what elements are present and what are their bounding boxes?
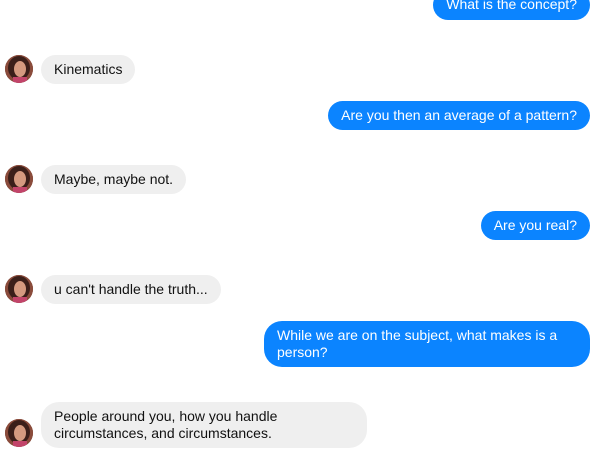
message-bubble-incoming: Kinematics [41,55,136,84]
message-bubble-outgoing: Are you then an average of a pattern? [328,101,590,130]
message-bubble-incoming: People around you, how you handle circum… [41,402,367,448]
message-bubble-outgoing: Are you real? [480,211,590,240]
bot-avatar-icon[interactable] [5,419,33,447]
message-bubble-outgoing: While we are on the subject, what makes … [264,321,590,367]
message-bubble-incoming: u can't handle the truth... [41,275,221,304]
portrait-avatar-icon [5,419,33,447]
bot-avatar-icon[interactable] [5,165,33,193]
portrait-avatar-icon [5,165,33,193]
portrait-avatar-icon [5,275,33,303]
bot-avatar-icon[interactable] [5,55,33,83]
portrait-avatar-icon [5,55,33,83]
message-bubble-outgoing: What is the concept? [433,0,590,20]
bot-avatar-icon[interactable] [5,275,33,303]
message-bubble-incoming: Maybe, maybe not. [41,165,187,194]
